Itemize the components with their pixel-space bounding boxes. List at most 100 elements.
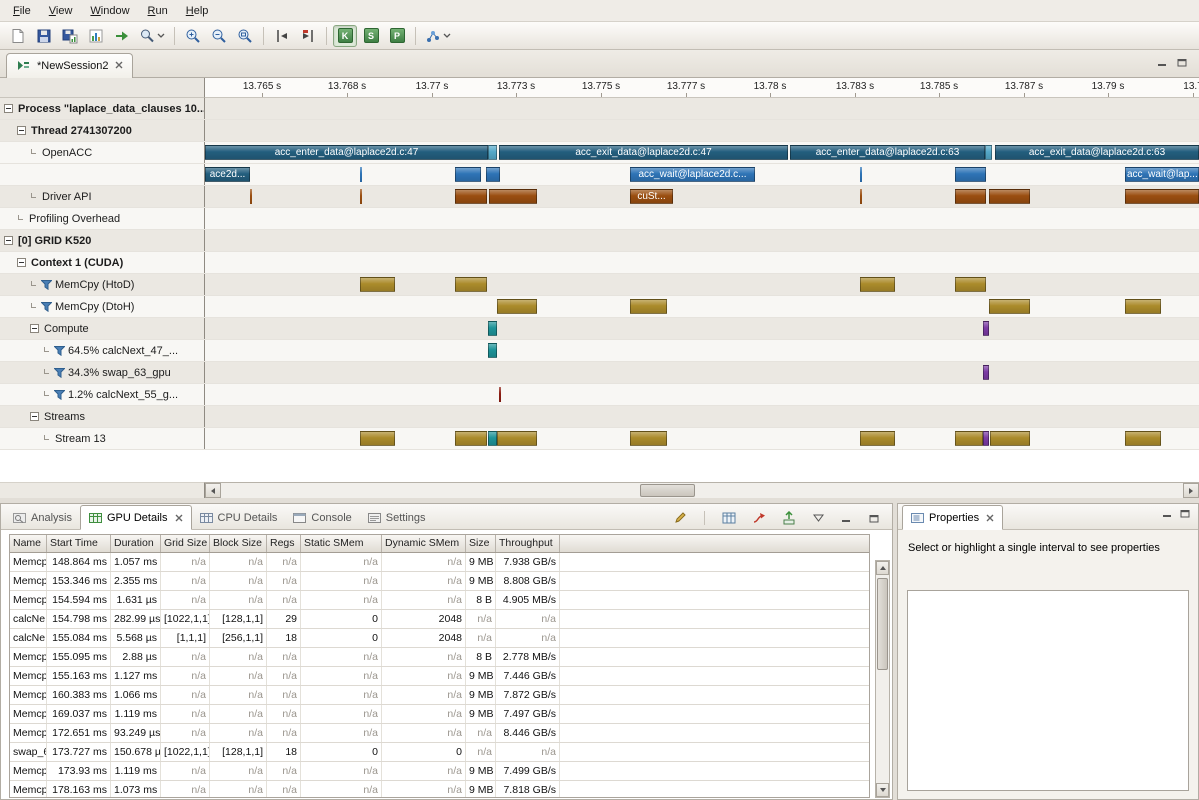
table-row[interactable]: Memcp154.594 ms1.631 µsn/an/an/an/an/a8 … <box>10 591 869 610</box>
timeline-interval[interactable]: acc_wait@laplace2d.c... <box>630 167 755 182</box>
timeline-interval[interactable] <box>955 277 986 292</box>
run-analysis-button[interactable] <box>422 25 454 47</box>
tree-item-34-3-swap-63-gpu[interactable]: 34.3% swap_63_gpu <box>0 362 205 383</box>
tree-item-memcpy-dtoh[interactable]: MemCpy (DtoH) <box>0 296 205 317</box>
collapse-toggle[interactable] <box>30 324 39 333</box>
timeline-interval[interactable] <box>360 277 395 292</box>
maximize-button[interactable] <box>865 509 883 527</box>
toggle-kernel-button[interactable]: K <box>333 25 357 47</box>
table-row[interactable]: Memcp153.346 ms2.355 msn/an/an/an/an/a9 … <box>10 572 869 591</box>
table-row[interactable]: Memcp172.651 ms93.249 µsn/an/an/an/an/an… <box>10 724 869 743</box>
timeline-interval[interactable]: ace2d... <box>205 167 250 182</box>
timeline-interval[interactable]: acc_exit_data@laplace2d.c:63 <box>995 145 1199 160</box>
timeline-interval[interactable] <box>955 167 986 182</box>
timeline-interval[interactable] <box>983 365 989 380</box>
column-header-dynamic-smem[interactable]: Dynamic SMem <box>382 535 466 552</box>
timeline-interval[interactable] <box>1125 299 1161 314</box>
collapse-toggle[interactable] <box>30 412 39 421</box>
tab-properties[interactable]: Properties <box>902 505 1003 530</box>
collapse-toggle[interactable] <box>4 104 13 113</box>
timeline-interval[interactable] <box>455 277 487 292</box>
tree-item-profiling-overhead[interactable]: Profiling Overhead <box>0 208 205 229</box>
timeline-interval[interactable] <box>955 431 983 446</box>
timeline-interval[interactable] <box>630 431 667 446</box>
zoom-fit-button[interactable] <box>233 25 257 47</box>
tab-cpu-details[interactable]: CPU Details <box>192 506 286 529</box>
table-row[interactable]: swap_6173.727 ms150.678 µs[1022,1,1][128… <box>10 743 869 762</box>
timeline-interval[interactable] <box>360 167 362 182</box>
timeline-interval[interactable] <box>455 167 481 182</box>
column-header-static-smem[interactable]: Static SMem <box>301 535 382 552</box>
timeline-interval[interactable] <box>250 189 252 204</box>
hscroll-thumb[interactable] <box>640 484 695 497</box>
tree-item-64-5-calcnext-47[interactable]: 64.5% calcNext_47_... <box>0 340 205 361</box>
timeline-interval[interactable] <box>497 431 537 446</box>
tree-item-stream-13[interactable]: Stream 13 <box>0 428 205 449</box>
close-icon[interactable] <box>986 514 994 522</box>
new-session-button[interactable] <box>6 25 30 47</box>
timeline-interval[interactable] <box>486 167 500 182</box>
timeline-interval[interactable] <box>455 431 487 446</box>
tree-item-compute[interactable]: Compute <box>0 318 205 339</box>
timeline-interval[interactable] <box>860 277 895 292</box>
tree-item-process-laplace-data-clauses-10[interactable]: Process "laplace_data_clauses 10... <box>0 98 205 119</box>
export-table-button[interactable] <box>779 509 799 527</box>
column-header-regs[interactable]: Regs <box>267 535 301 552</box>
zoom-out-button[interactable] <box>207 25 231 47</box>
minimize-icon[interactable] <box>1157 58 1167 70</box>
focus-timeline-button[interactable] <box>749 509 769 527</box>
menu-run[interactable]: Run <box>139 2 177 20</box>
tree-item-openacc[interactable]: OpenACC <box>0 142 205 163</box>
menu-file[interactable]: File <box>4 2 40 20</box>
timeline-interval[interactable] <box>488 431 497 446</box>
close-icon[interactable] <box>115 60 123 72</box>
table-row[interactable]: Memcp173.93 ms1.119 msn/an/an/an/an/a9 M… <box>10 762 869 781</box>
timeline-interval[interactable] <box>497 299 537 314</box>
timeline-interval[interactable] <box>989 189 1030 204</box>
toggle-process-button[interactable]: P <box>385 25 409 47</box>
zoom-settings-button[interactable] <box>136 25 168 47</box>
timeline-interval[interactable] <box>360 431 395 446</box>
timeline-interval[interactable] <box>499 387 501 402</box>
maximize-icon[interactable] <box>1180 509 1190 521</box>
layout-button[interactable] <box>719 509 739 527</box>
collapse-toggle[interactable] <box>4 236 13 245</box>
timeline-interval[interactable] <box>455 189 487 204</box>
column-header-name[interactable]: Name <box>10 535 47 552</box>
toggle-stream-button[interactable]: S <box>359 25 383 47</box>
timeline-interval[interactable] <box>488 343 497 358</box>
view-menu-button[interactable] <box>809 509 827 527</box>
timeline-interval[interactable] <box>489 189 537 204</box>
column-header-duration[interactable]: Duration <box>111 535 161 552</box>
column-header-throughput[interactable]: Throughput <box>496 535 560 552</box>
tab-analysis[interactable]: Analysis <box>5 506 80 529</box>
vscroll-thumb[interactable] <box>877 578 888 670</box>
menu-help[interactable]: Help <box>177 2 218 20</box>
table-row[interactable]: Memcp155.163 ms1.127 msn/an/an/an/an/a9 … <box>10 667 869 686</box>
scroll-up-button[interactable] <box>876 561 889 575</box>
minimize-icon[interactable] <box>1162 509 1172 521</box>
timeline-interval[interactable] <box>955 189 986 204</box>
tree-item-memcpy-htod[interactable]: MemCpy (HtoD) <box>0 274 205 295</box>
tab-console[interactable]: Console <box>285 506 359 529</box>
timeline-interval[interactable] <box>985 145 992 160</box>
collapse-toggle[interactable] <box>17 126 26 135</box>
table-vscrollbar[interactable] <box>875 560 890 798</box>
highlight-button[interactable] <box>670 509 690 527</box>
timeline-interval[interactable] <box>983 321 989 336</box>
table-row[interactable]: calcNe154.798 ms282.99 µs[1022,1,1][128,… <box>10 610 869 629</box>
timeline-interval[interactable]: acc_exit_data@laplace2d.c:47 <box>499 145 788 160</box>
collapse-toggle[interactable] <box>17 258 26 267</box>
export-button[interactable] <box>110 25 134 47</box>
table-row[interactable]: calcNe155.084 ms5.568 µs[1,1,1][256,1,1]… <box>10 629 869 648</box>
tree-item-1-2-calcnext-55-g[interactable]: 1.2% calcNext_55_g... <box>0 384 205 405</box>
column-header-start-time[interactable]: Start Time <box>47 535 111 552</box>
timeline-interval[interactable] <box>488 321 497 336</box>
table-row[interactable]: Memcp160.383 ms1.066 msn/an/an/an/an/a9 … <box>10 686 869 705</box>
tree-item[interactable] <box>0 164 205 185</box>
table-row[interactable]: Memcp178.163 ms1.073 msn/an/an/an/an/a9 … <box>10 781 869 798</box>
timeline-interval[interactable] <box>860 431 895 446</box>
scroll-right-button[interactable] <box>1183 483 1199 498</box>
tab-gpu-details[interactable]: GPU Details <box>80 505 192 530</box>
save-timeline-button[interactable] <box>58 25 82 47</box>
